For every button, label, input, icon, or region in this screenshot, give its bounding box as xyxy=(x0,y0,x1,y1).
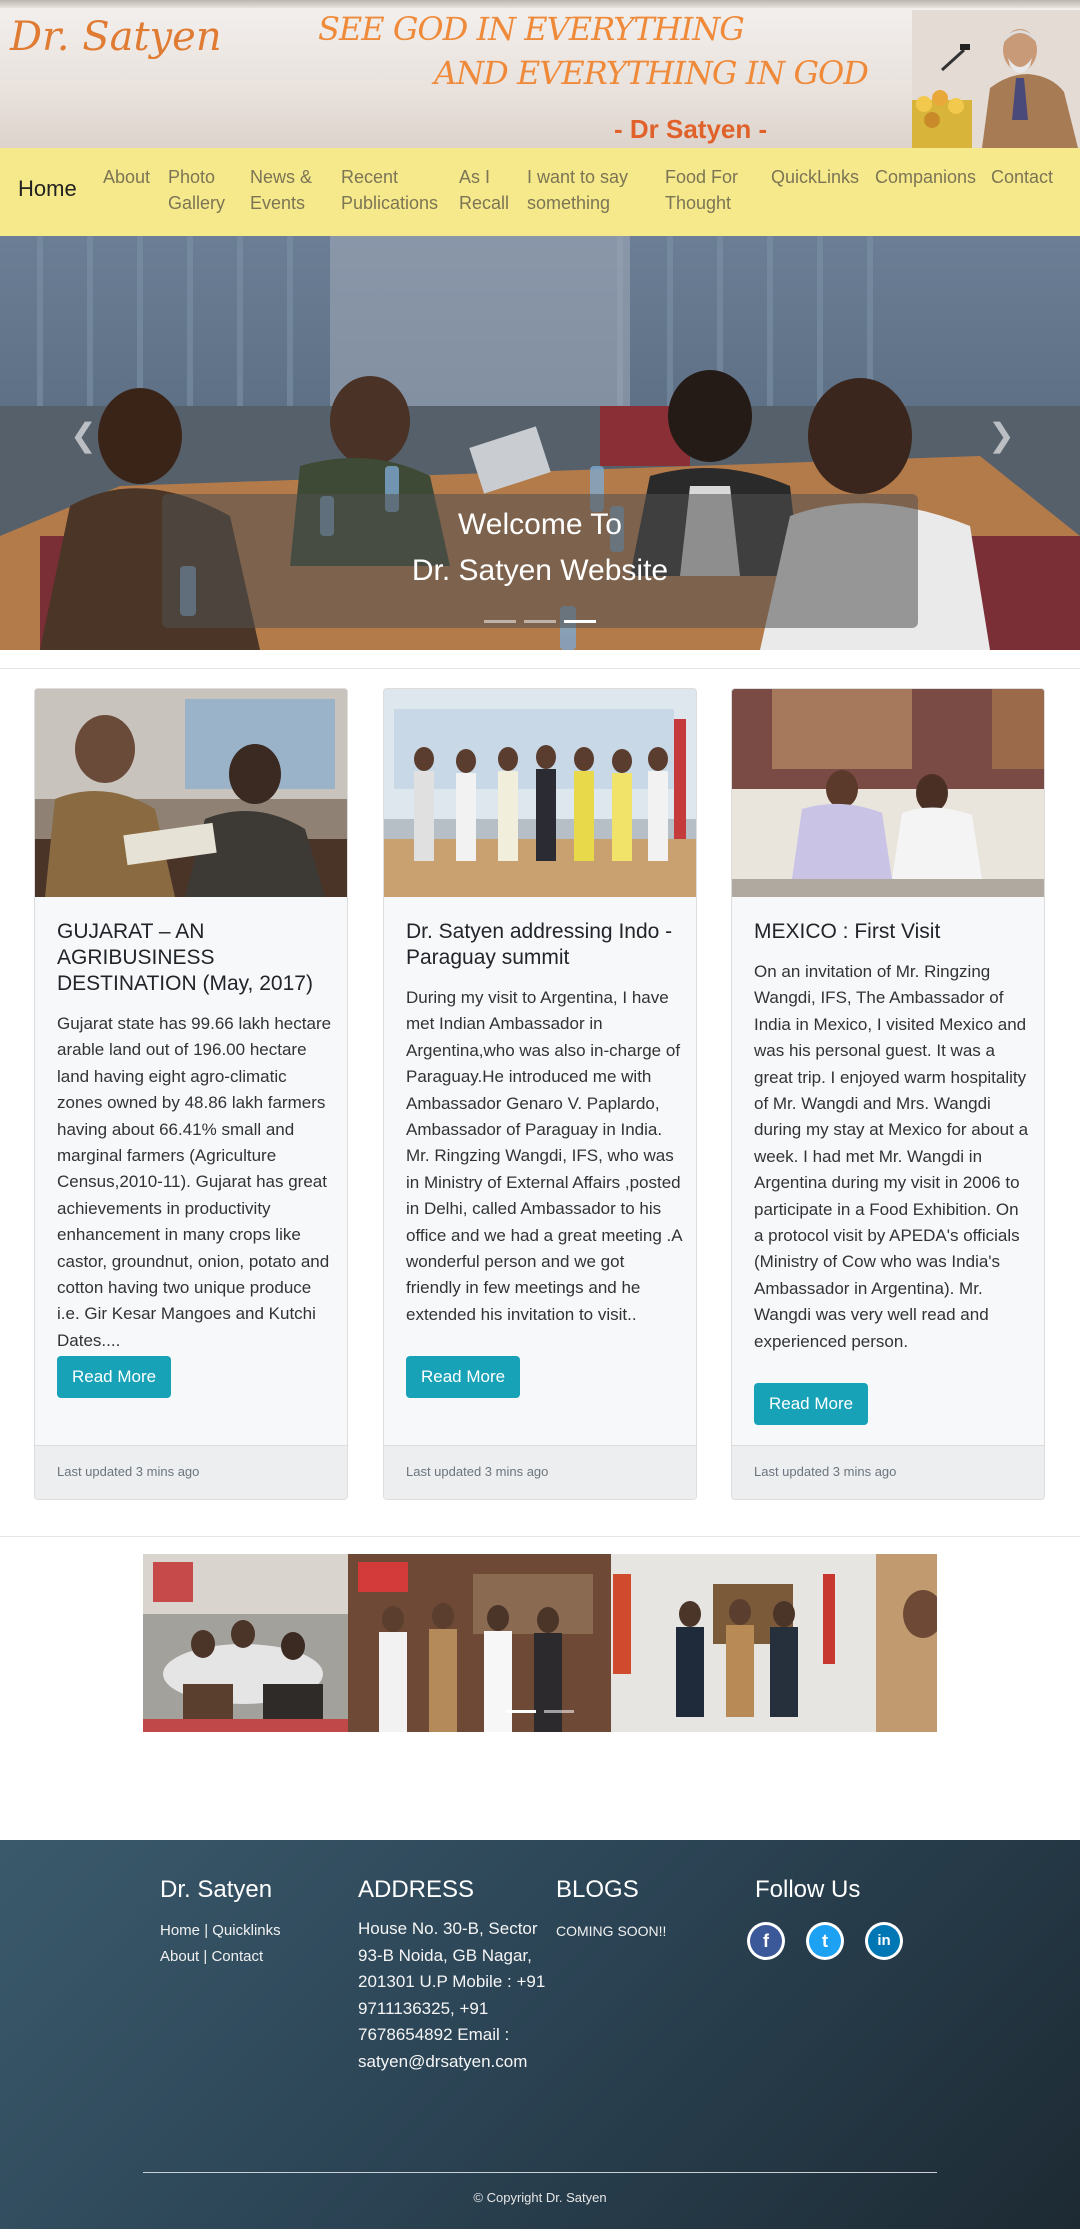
nav-companions[interactable]: Companions xyxy=(875,164,985,190)
nav-recent-publications[interactable]: Recent Publications xyxy=(341,164,451,216)
carousel-indicators xyxy=(162,610,918,628)
banner-top-border xyxy=(0,0,1080,8)
nav-quicklinks[interactable]: QuickLinks xyxy=(771,164,881,190)
hero-carousel: ❮ ❯ Welcome To Dr. Satyen Website xyxy=(0,236,1080,650)
card-updated-text: Last updated 3 mins ago xyxy=(754,1464,897,1479)
site-footer: Dr. Satyen Home | Quicklinks About | Con… xyxy=(0,1840,1080,2229)
nav-as-i-recall[interactable]: As I Recall xyxy=(459,164,519,216)
card-image-paraguay xyxy=(384,689,696,897)
gallery-indicators xyxy=(143,1700,937,1718)
nav-food-for-thought[interactable]: Food For Thought xyxy=(665,164,753,216)
carousel-prev-button[interactable]: ❮ xyxy=(70,416,97,454)
news-card-mexico: MEXICO : First Visit On an invitation of… xyxy=(731,688,1045,1500)
footer-address-title: ADDRESS xyxy=(358,1876,475,1903)
carousel-indicator-2[interactable] xyxy=(524,620,556,623)
card-text: On an invitation of Mr. Ringzing Wangdi,… xyxy=(754,962,1029,1351)
site-logo[interactable]: Dr. Satyen xyxy=(10,14,222,60)
carousel-indicator-1[interactable] xyxy=(484,620,516,623)
section-divider xyxy=(0,668,1080,669)
card-title[interactable]: MEXICO : First Visit xyxy=(754,919,1034,945)
header-banner: Dr. Satyen SEE GOD IN EVERYTHING AND EVE… xyxy=(0,0,1080,148)
footer-follow-title: Follow Us xyxy=(755,1876,861,1903)
hero-caption-line-1: Welcome To xyxy=(458,508,622,541)
main-navbar: Home About Photo Gallery News & Events R… xyxy=(0,148,1080,236)
news-card-paraguay: Dr. Satyen addressing Indo - Paraguay su… xyxy=(383,688,697,1500)
footer-links-row-2: About | Contact xyxy=(160,1944,263,1970)
card-title[interactable]: Dr. Satyen addressing Indo - Paraguay su… xyxy=(406,919,686,971)
motto-signature: - Dr Satyen - xyxy=(614,114,768,144)
footer-blogs-title: BLOGS xyxy=(556,1876,639,1903)
nav-photo-gallery[interactable]: Photo Gallery xyxy=(168,164,238,216)
nav-news-events[interactable]: News & Events xyxy=(250,164,320,216)
footer-link-separator: | xyxy=(204,1922,209,1939)
motto-line-1: SEE GOD IN EVERYTHING xyxy=(318,10,745,48)
footer-link-about[interactable]: About xyxy=(160,1948,199,1965)
footer-divider xyxy=(143,2172,937,2173)
card-footer: Last updated 3 mins ago xyxy=(35,1445,347,1499)
card-text: Gujarat state has 99.66 lakh hectare ara… xyxy=(57,1014,332,1350)
linkedin-icon[interactable]: in xyxy=(865,1922,903,1960)
speaker-photo xyxy=(912,10,1080,148)
card-footer: Last updated 3 mins ago xyxy=(384,1445,696,1499)
hero-caption: Welcome To Dr. Satyen Website xyxy=(162,494,918,628)
gallery-indicator-2[interactable] xyxy=(544,1710,574,1713)
footer-blogs-text: COMING SOON!! xyxy=(556,1923,667,1939)
footer-links-row-1: Home | Quicklinks xyxy=(160,1918,281,1944)
footer-link-separator: | xyxy=(203,1948,208,1965)
card-image-gujarat xyxy=(35,689,347,897)
hero-caption-line-2: Dr. Satyen Website xyxy=(411,554,669,587)
copyright-text: © Copyright Dr. Satyen xyxy=(473,2190,607,2205)
nav-about[interactable]: About xyxy=(103,164,153,190)
footer-link-quicklinks[interactable]: Quicklinks xyxy=(212,1922,280,1939)
carousel-next-button[interactable]: ❯ xyxy=(988,416,1015,454)
read-more-button[interactable]: Read More xyxy=(754,1383,869,1425)
read-more-button[interactable]: Read More xyxy=(57,1356,172,1398)
card-title[interactable]: GUJARAT – AN AGRIBUSINESS DESTINATION (M… xyxy=(57,919,337,997)
card-image-mexico xyxy=(732,689,1044,897)
news-card-gujarat: GUJARAT – AN AGRIBUSINESS DESTINATION (M… xyxy=(34,688,348,1500)
nav-contact[interactable]: Contact xyxy=(991,164,1071,190)
footer-address: House No. 30-B, Sector 93-B Noida, GB Na… xyxy=(358,1919,546,2071)
nav-home[interactable]: Home xyxy=(18,176,77,202)
carousel-indicator-3[interactable] xyxy=(564,620,596,623)
section-divider xyxy=(0,1536,1080,1537)
footer-link-home[interactable]: Home xyxy=(160,1922,200,1939)
photo-gallery-strip xyxy=(143,1554,937,1732)
footer-link-contact[interactable]: Contact xyxy=(211,1948,263,1965)
twitter-icon[interactable]: t xyxy=(806,1922,844,1960)
card-updated-text: Last updated 3 mins ago xyxy=(57,1464,200,1479)
footer-brand: Dr. Satyen xyxy=(160,1876,273,1903)
read-more-button[interactable]: Read More xyxy=(406,1356,521,1398)
card-footer: Last updated 3 mins ago xyxy=(732,1445,1044,1499)
gallery-indicator-1[interactable] xyxy=(506,1710,536,1713)
motto-line-2: AND EVERYTHING IN GOD xyxy=(434,54,869,92)
facebook-icon[interactable]: f xyxy=(747,1922,785,1960)
nav-i-want-to-say[interactable]: I want to say something xyxy=(527,164,647,216)
card-text: During my visit to Argentina, I have met… xyxy=(406,988,682,1324)
card-updated-text: Last updated 3 mins ago xyxy=(406,1464,549,1479)
